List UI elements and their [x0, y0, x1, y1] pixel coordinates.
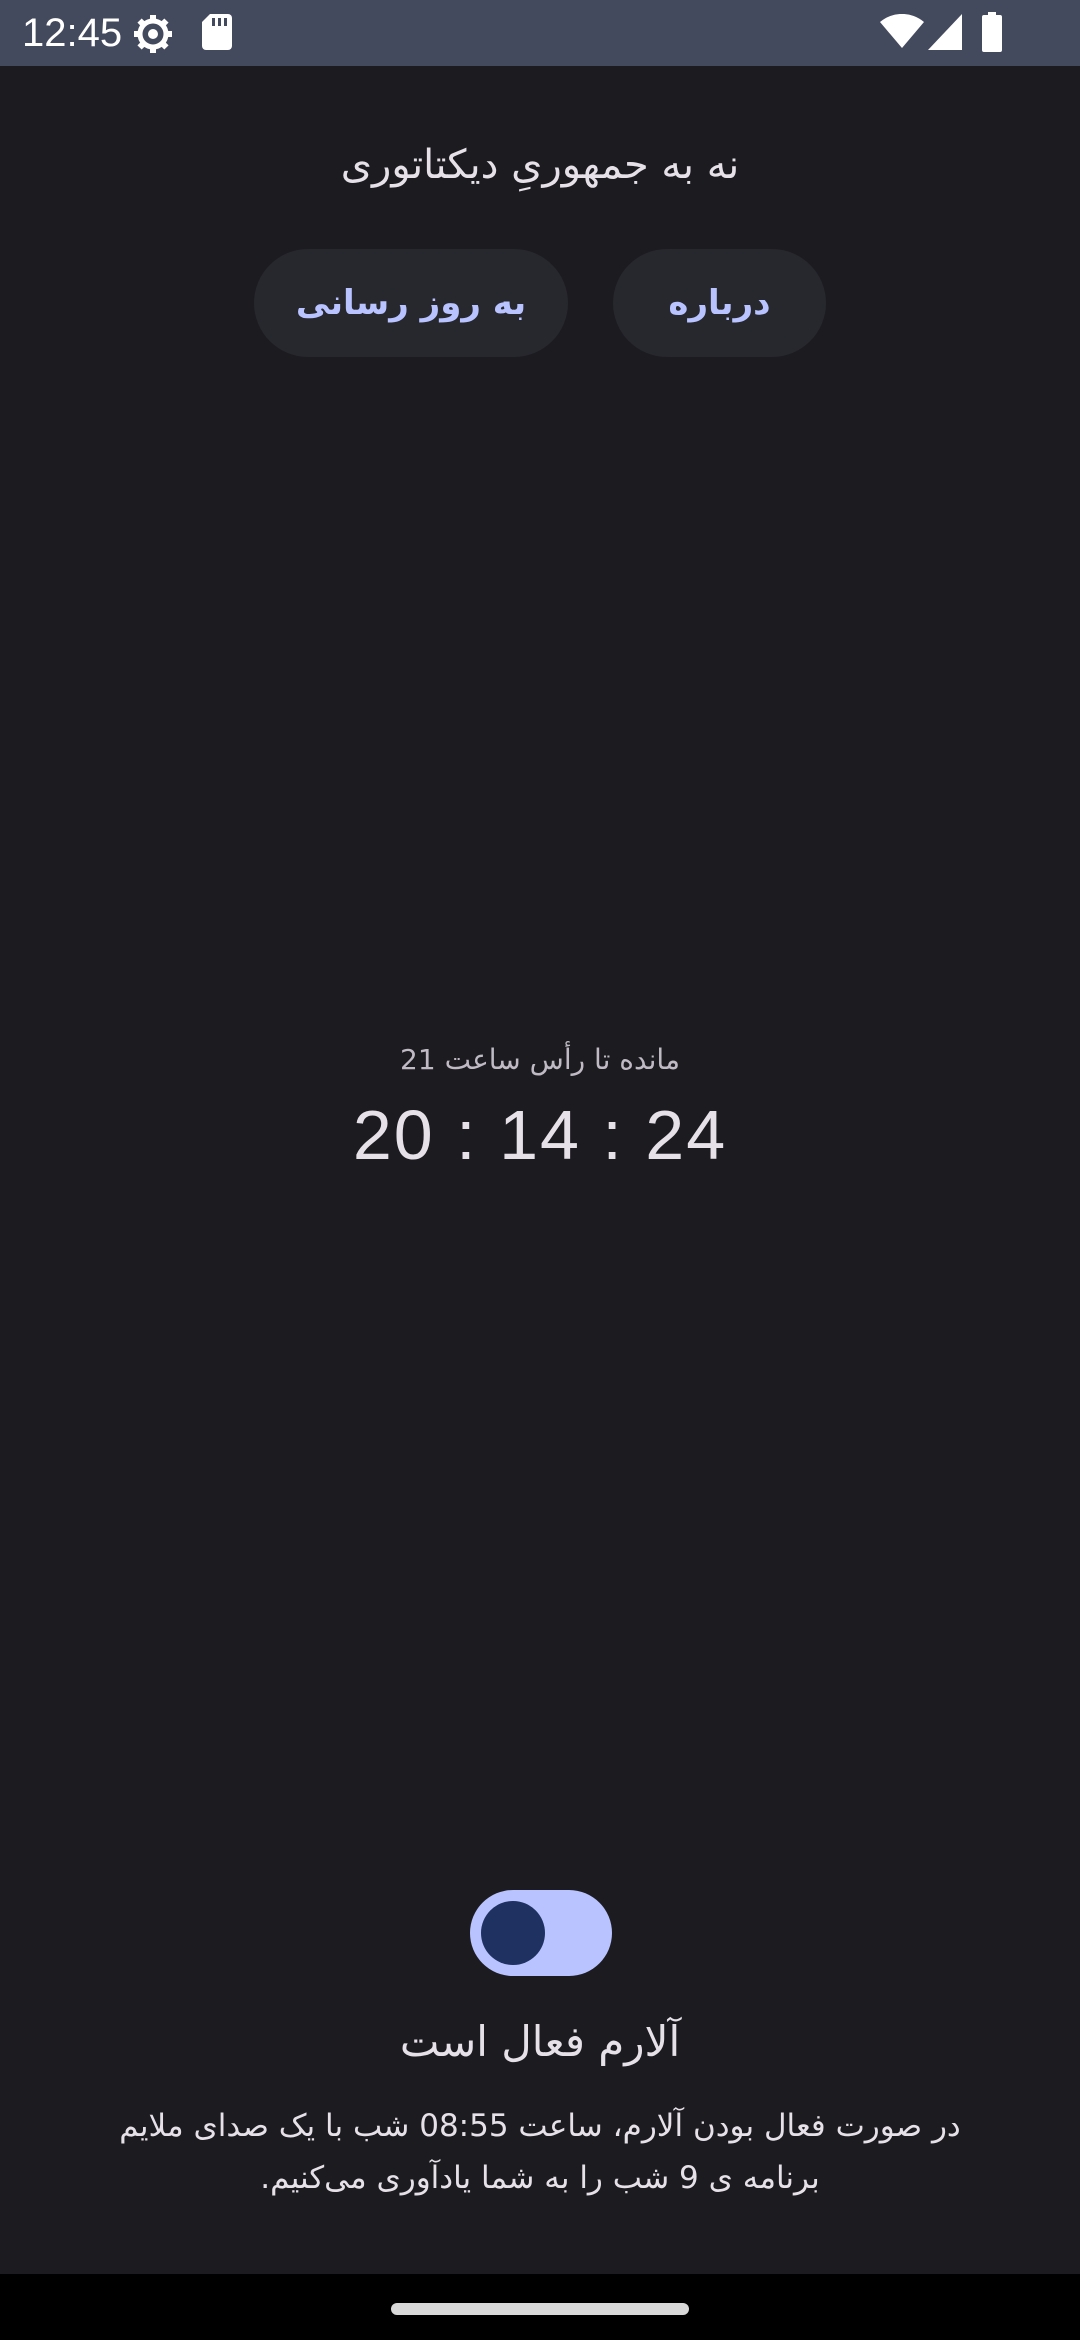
- status-bar: 12:45: [0, 0, 1080, 66]
- app-screen: 12:45 نه به جمهوریِ دیکتاتوری به روز رسا…: [0, 0, 1080, 2340]
- alarm-status-title: آلارم فعال است: [399, 2017, 681, 2066]
- update-button[interactable]: به روز رسانی: [254, 249, 568, 357]
- countdown-label: مانده تا رأس ساعت 21: [400, 1043, 680, 1076]
- sd-card-icon: [202, 14, 232, 50]
- alarm-description-line-2: برنامه ی 9 شب را به شما یادآوری می‌کنیم.: [260, 2160, 820, 2196]
- alarm-description: در صورت فعال بودن آلارم، ساعت 08:55 شب ب…: [90, 2100, 990, 2204]
- wifi-icon: [880, 14, 924, 48]
- signal-icon: [928, 14, 962, 50]
- alarm-description-line-1: در صورت فعال بودن آلارم، ساعت 08:55 شب ب…: [119, 2108, 961, 2144]
- alarm-toggle[interactable]: [470, 1890, 612, 1976]
- page-title: نه به جمهوریِ دیکتاتوری: [340, 142, 740, 188]
- battery-icon: [982, 12, 1002, 52]
- gear-icon: [134, 15, 172, 53]
- about-button[interactable]: درباره: [613, 249, 826, 357]
- home-gesture-handle[interactable]: [391, 2303, 689, 2315]
- toggle-thumb: [481, 1901, 545, 1965]
- status-time: 12:45: [22, 11, 123, 55]
- countdown-timer: 20 : 14 : 24: [352, 1096, 728, 1174]
